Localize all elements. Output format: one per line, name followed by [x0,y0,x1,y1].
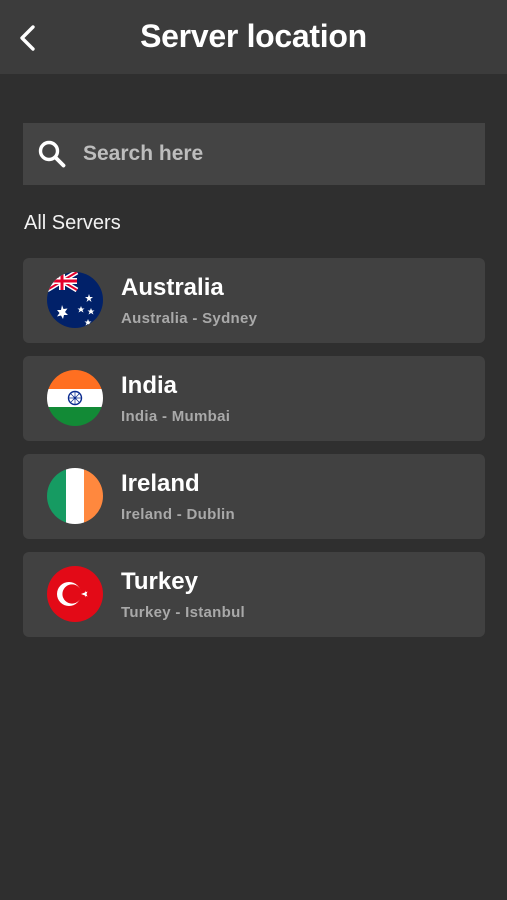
server-item-turkey[interactable]: Turkey Turkey - Istanbul [23,552,485,637]
page-title: Server location [140,18,367,54]
server-location: Ireland - Dublin [121,506,235,523]
server-list: Australia Australia - Sydney India India… [23,258,485,650]
section-heading: All Servers [24,212,121,234]
country-name: Turkey [121,568,198,595]
country-name: India [121,372,178,399]
search-icon [38,140,66,168]
server-location: India - Mumbai [121,408,231,425]
ireland-flag-icon [47,468,103,524]
country-name: Ireland [121,470,200,497]
server-item-india[interactable]: India India - Mumbai [23,356,485,441]
india-flag-icon [47,370,103,426]
server-location: Australia - Sydney [121,310,258,327]
turkey-flag-icon [47,566,103,622]
top-bar: Server location [0,0,507,74]
country-name: Australia [121,274,224,301]
australia-flag-icon [47,272,103,328]
search-bar[interactable] [23,123,485,185]
server-item-australia[interactable]: Australia Australia - Sydney [23,258,485,343]
server-item-ireland[interactable]: Ireland Ireland - Dublin [23,454,485,539]
search-input[interactable] [81,141,465,167]
server-location: Turkey - Istanbul [121,604,246,621]
